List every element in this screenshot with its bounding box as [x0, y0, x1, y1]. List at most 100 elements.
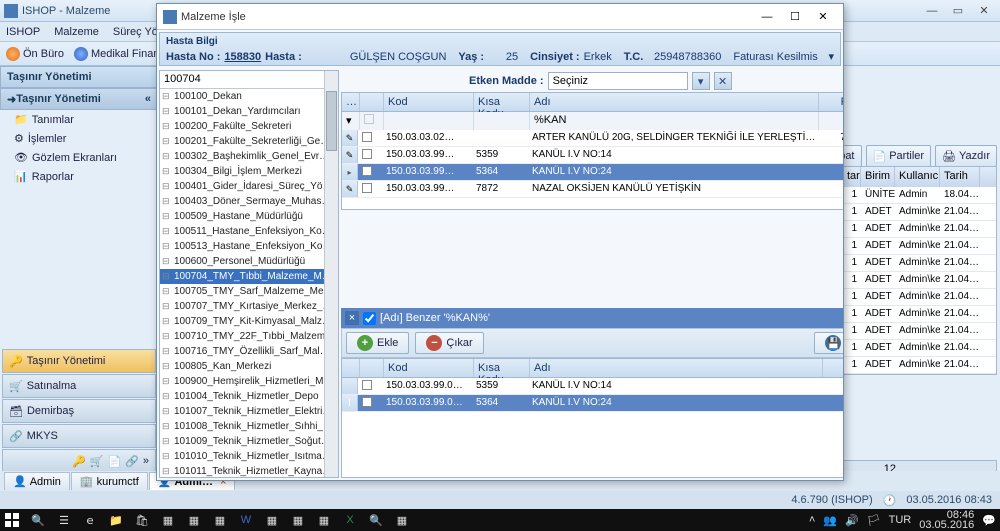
clear-icon[interactable]: ✕: [714, 72, 732, 90]
right-grid-row[interactable]: 1ADETAdmin\kemal…21.04…: [843, 357, 996, 374]
short-icon[interactable]: »: [143, 455, 149, 467]
nav-satinalma[interactable]: 🛒Satınalma: [2, 374, 156, 398]
tree-item[interactable]: 100403_Döner_Sermaye_Muhasebe…: [160, 194, 338, 209]
tree-item[interactable]: 100302_Başhekimlik_Genel_Evrak_Bi…: [160, 149, 338, 164]
app2-icon[interactable]: ▦: [186, 512, 202, 528]
chevron-down-icon[interactable]: ▾: [828, 50, 834, 63]
tray-lang[interactable]: TUR: [889, 514, 912, 526]
rg-col-tarih[interactable]: Tarih: [940, 167, 980, 187]
app3-icon[interactable]: ▦: [212, 512, 228, 528]
store-icon[interactable]: 🛍: [134, 512, 150, 528]
nav-tasinir[interactable]: 🔑Taşınır Yönetimi: [2, 349, 156, 373]
tool-onburo[interactable]: Ön Büro: [6, 47, 64, 61]
dialog-minimize[interactable]: —: [753, 8, 781, 26]
right-grid-row[interactable]: 1ADETAdmin\kemal…21.04…: [843, 204, 996, 221]
tree-item[interactable]: 100716_TMY_Özellikli_Sarf_Malzeme…: [160, 344, 338, 359]
tray-clock[interactable]: 08:4603.05.2016: [919, 510, 974, 530]
rg-col-tar[interactable]: tar: [843, 167, 861, 187]
tree-item[interactable]: 100707_TMY_Kırtasiye_Merkez_Depo: [160, 299, 338, 314]
tree-item[interactable]: 100100_Dekan: [160, 89, 338, 104]
edge-icon[interactable]: ｅ: [82, 512, 98, 528]
tree-item[interactable]: 101008_Teknik_Hizmetler_Sıhhi_Tesi…: [160, 419, 338, 434]
tree-item[interactable]: 100201_Fakülte_Sekreterliği_Genel…: [160, 134, 338, 149]
tab-admin[interactable]: 👤Admin: [4, 472, 70, 490]
filter-checkbox[interactable]: [363, 312, 376, 325]
short-icon[interactable]: 🔗: [125, 455, 139, 468]
right-grid-row[interactable]: 1ADETAdmin\kemal…21.04…: [843, 306, 996, 323]
word-icon[interactable]: W: [238, 512, 254, 528]
right-grid-row[interactable]: 1ADETAdmin\kemal…21.04…: [843, 221, 996, 238]
tree-item[interactable]: 100710_TMY_22F_Tıbbi_Malzeme: [160, 329, 338, 344]
menu-malzeme[interactable]: Malzeme: [54, 26, 99, 38]
right-grid-row[interactable]: 1ADETAdmin\kemal…21.04…: [843, 323, 996, 340]
filter-icon[interactable]: ▾: [342, 112, 360, 130]
minimize-button[interactable]: —: [920, 3, 944, 19]
menu-ishop[interactable]: ISHOP: [6, 26, 40, 38]
tray-people-icon[interactable]: 👥: [823, 514, 837, 527]
app1-icon[interactable]: ▦: [160, 512, 176, 528]
tree-item[interactable]: 100709_TMY_Kit-Kimyasal_Malzeme…: [160, 314, 338, 329]
right-grid-row[interactable]: 1ADETAdmin\kemal…21.04…: [843, 272, 996, 289]
grid-row[interactable]: ▸150.03.03.99…5364KANÜL I.V NO:240.6899A…: [342, 164, 843, 181]
tree-item[interactable]: 101007_Teknik_Hizmetler_Elektrik_D…: [160, 404, 338, 419]
tree-search-input[interactable]: [160, 71, 324, 87]
rg-col-kullanici[interactable]: Kullanıcı: [895, 167, 940, 187]
upper-grid[interactable]: ✎150.03.03.02…ARTER KANÜLÜ 20G, SELDİNGE…: [341, 130, 843, 210]
dropdown-icon[interactable]: ▾: [692, 72, 710, 90]
tree-item[interactable]: 100513_Hastane_Enfeksiyon_Kontro…: [160, 239, 338, 254]
app8-icon[interactable]: ▦: [394, 512, 410, 528]
nav-subtitle[interactable]: ➜ Taşınır Yönetimi«: [0, 88, 158, 110]
dialog-maximize[interactable]: ☐: [781, 8, 809, 26]
explorer-icon[interactable]: 📁: [108, 512, 124, 528]
right-grid-row[interactable]: 1ADETAdmin\kemal…21.04…: [843, 340, 996, 357]
btn-yazdir[interactable]: 🖨Yazdır: [935, 145, 997, 167]
app6-icon[interactable]: ▦: [316, 512, 332, 528]
app7-icon[interactable]: 🔍: [368, 512, 384, 528]
col-kod[interactable]: Kod: [384, 93, 474, 111]
app5-icon[interactable]: ▦: [290, 512, 306, 528]
tray-sound-icon[interactable]: 🔊: [845, 514, 859, 527]
short-icon[interactable]: 📄: [107, 455, 121, 468]
nav-item-tanimlar[interactable]: 📁Tanımlar: [0, 110, 158, 129]
filter-clear-icon[interactable]: ×: [345, 311, 359, 325]
cikar-button[interactable]: −Çıkar: [415, 332, 483, 354]
tree-item[interactable]: 100511_Hastane_Enfeksiyon_Kontro…: [160, 224, 338, 239]
right-grid-row[interactable]: 1ADETAdmin\kemal…21.04…: [843, 255, 996, 272]
search-icon[interactable]: 🔍: [30, 512, 46, 528]
grid-row[interactable]: ✎150.03.03.99…5359KANÜL I.V NO:140.6990A…: [342, 147, 843, 164]
tool-medikal[interactable]: Medikal Finans: [74, 47, 165, 61]
short-icon[interactable]: 🔑: [72, 455, 86, 468]
nav-item-gozlem[interactable]: 👁Gözlem Ekranları: [0, 148, 158, 167]
btn-partiler[interactable]: 📄Partiler: [866, 145, 932, 167]
kaydet-button[interactable]: 💾Kaydet: [814, 332, 843, 354]
tree-item[interactable]: 101011_Teknik_Hizmetler_Kaynak_D…: [160, 464, 338, 477]
ekle-button[interactable]: +Ekle: [346, 332, 409, 354]
col-adi[interactable]: Adı: [530, 93, 819, 111]
nav-item-raporlar[interactable]: 📊Raporlar: [0, 167, 158, 186]
grid-row[interactable]: I150.03.03.99.0…5364KANÜL I.V NO:240.681…: [342, 395, 843, 412]
tree-item[interactable]: 101004_Teknik_Hizmetler_Depo: [160, 389, 338, 404]
col-kisa[interactable]: Kısa Kodu: [474, 93, 530, 111]
tree-item[interactable]: 100600_Personel_Müdürlüğü: [160, 254, 338, 269]
filter-adi[interactable]: %KAN: [530, 112, 819, 130]
grid-row[interactable]: 150.03.03.99.0…5359KANÜL I.V NO:140.692A…: [342, 378, 843, 395]
right-grid-row[interactable]: 1ADETAdmin\kemal…21.04…: [843, 238, 996, 255]
tree-item[interactable]: 101010_Teknik_Hizmetler_Isıtma_Ha…: [160, 449, 338, 464]
rg-col-birim[interactable]: Birim: [861, 167, 895, 187]
col-menu[interactable]: …: [342, 93, 360, 111]
etken-madde-input[interactable]: [548, 72, 688, 90]
tray-flag-icon[interactable]: 🏳: [867, 514, 881, 527]
tree-item[interactable]: 100704_TMY_Tıbbi_Malzeme_Merkez…: [160, 269, 338, 284]
nav-demirbas[interactable]: 🗃Demirbaş: [2, 399, 156, 423]
tree-item[interactable]: 100401_Gider_İdaresi_Süreç_Yöneti…: [160, 179, 338, 194]
hasta-no-link[interactable]: 158830: [224, 51, 261, 63]
close-button[interactable]: ✕: [972, 3, 996, 19]
tree-item[interactable]: 101009_Teknik_Hizmetler_Soğutma_…: [160, 434, 338, 449]
lower-grid[interactable]: 150.03.03.99.0…5359KANÜL I.V NO:140.692A…: [341, 378, 843, 478]
excel-icon[interactable]: X: [342, 512, 358, 528]
right-grid-row[interactable]: 1ÜNİTEAdmin18.04…: [843, 187, 996, 204]
notification-icon[interactable]: 💬: [982, 514, 996, 527]
app4-icon[interactable]: ▦: [264, 512, 280, 528]
tray-up-icon[interactable]: ˄: [809, 514, 815, 526]
tree-item[interactable]: 100805_Kan_Merkezi: [160, 359, 338, 374]
